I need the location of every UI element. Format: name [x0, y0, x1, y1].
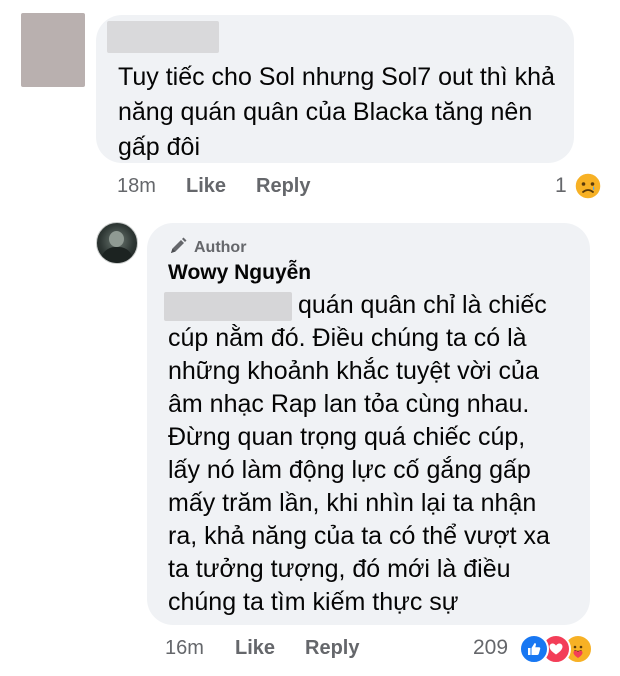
like-icon — [519, 634, 549, 664]
reply-timestamp[interactable]: 16m — [165, 637, 204, 660]
reply-reactions[interactable] — [519, 634, 593, 664]
like-button[interactable]: Like — [186, 175, 226, 198]
author-name-link[interactable]: Wowy Nguyễn — [168, 261, 311, 285]
redacted-avatar[interactable] — [21, 13, 85, 87]
reply-reaction-count[interactable]: 209 — [473, 636, 508, 660]
author-avatar[interactable] — [96, 222, 138, 264]
reply-reply-button[interactable]: Reply — [305, 637, 359, 660]
pen-icon — [168, 236, 188, 261]
reply-button[interactable]: Reply — [256, 175, 310, 198]
reply-text: quán quân chỉ là chiếc cúp nằm đó. Điều … — [168, 291, 550, 616]
sad-icon[interactable] — [574, 172, 602, 200]
author-badge: Author — [168, 237, 246, 259]
reply-like-button[interactable]: Like — [235, 637, 275, 660]
comment-timestamp[interactable]: 18m — [117, 175, 156, 198]
comment-text: Tuy tiếc cho Sol nhưng Sol7 out thì khả … — [118, 63, 555, 161]
redacted-commenter-name[interactable] — [107, 21, 219, 53]
reaction-count[interactable]: 1 — [555, 174, 567, 198]
author-badge-label: Author — [194, 239, 247, 256]
